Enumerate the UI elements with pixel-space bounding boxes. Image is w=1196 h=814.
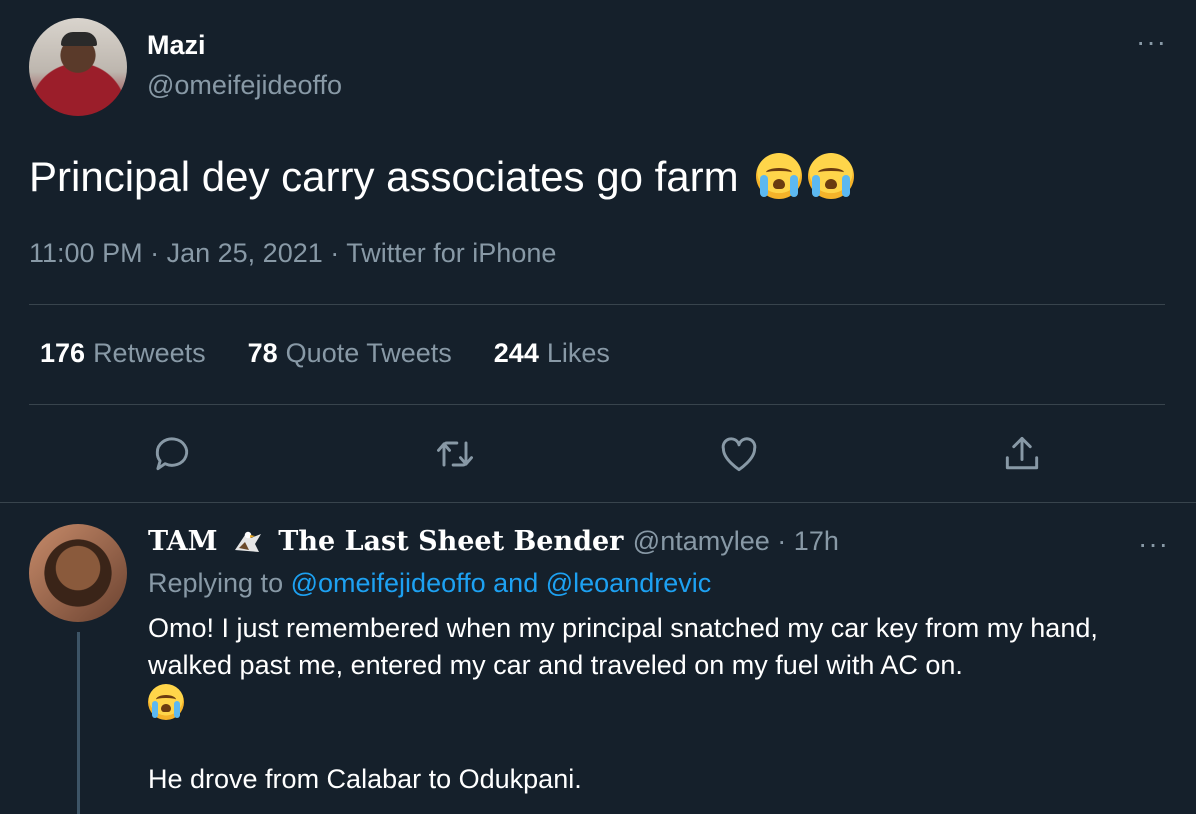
display-name[interactable]: Mazi	[147, 30, 206, 61]
tweet-meta: 11:00 PM · Jan 25, 2021 · Twitter for iP…	[29, 238, 556, 269]
reply-icon[interactable]	[150, 432, 194, 476]
display-name-prefix: TAM	[148, 526, 218, 557]
reply-age[interactable]: 17h	[794, 526, 839, 556]
avatar[interactable]	[29, 524, 127, 622]
replying-and[interactable]: and	[493, 568, 538, 598]
eagle-emoji-icon	[233, 528, 263, 554]
reply-display-name[interactable]: TAM The Last Sheet Bender	[148, 526, 633, 557]
tweet-actions	[0, 432, 1196, 480]
crying-face-emoji-icon	[808, 153, 855, 199]
tweet-text-content: Principal dey carry associates go farm	[29, 153, 739, 200]
crying-face-emoji-icon	[148, 684, 184, 720]
likes-stat[interactable]: 244 Likes	[494, 338, 610, 369]
tweet-date[interactable]: Jan 25, 2021	[167, 238, 323, 268]
retweets-stat[interactable]: 176 Retweets	[40, 338, 206, 369]
avatar[interactable]	[29, 18, 127, 116]
replying-to: Replying to @omeifejideoffo and @leoandr…	[148, 568, 711, 599]
divider	[0, 502, 1196, 503]
reply-header: TAM The Last Sheet Bender @ntamylee · 17…	[148, 526, 839, 557]
divider	[29, 304, 1165, 305]
replying-to-label: Replying to	[148, 568, 284, 598]
tweet-source[interactable]: Twitter for iPhone	[346, 238, 556, 268]
retweet-icon[interactable]	[433, 432, 477, 476]
display-name-suffix: The Last Sheet Bender	[278, 526, 624, 557]
meta-separator: ·	[777, 526, 787, 556]
like-icon[interactable]	[717, 432, 761, 476]
tweet-time[interactable]: 11:00 PM	[29, 238, 143, 268]
meta-separator: ·	[330, 238, 340, 268]
more-options-icon[interactable]: ···	[1136, 26, 1167, 58]
user-handle[interactable]: @omeifejideoffo	[147, 70, 342, 101]
share-icon[interactable]	[1000, 432, 1044, 476]
main-tweet-header: Mazi @omeifejideoffo ···	[29, 18, 1169, 118]
replying-user-link[interactable]: @leoandrevic	[546, 568, 712, 598]
tweet-detail-page: Mazi @omeifejideoffo ··· Principal dey c…	[0, 0, 1196, 814]
reply-text-line: He drove from Calabar to Odukpani.	[148, 764, 582, 794]
thread-line	[77, 632, 80, 814]
divider	[29, 404, 1165, 405]
reply-text-line: Omo! I just remembered when my principal…	[148, 613, 1098, 680]
replying-user-link[interactable]: @omeifejideoffo	[291, 568, 486, 598]
crying-face-emoji-icon	[756, 153, 803, 199]
more-options-icon[interactable]: ···	[1138, 528, 1169, 560]
tweet-stats: 176 Retweets 78 Quote Tweets 244 Likes	[40, 338, 610, 369]
meta-separator: ·	[150, 238, 160, 268]
quote-tweets-stat[interactable]: 78 Quote Tweets	[248, 338, 452, 369]
reply-emoji-line	[148, 684, 1178, 724]
reply-handle[interactable]: @ntamylee	[633, 526, 770, 556]
reply-text: Omo! I just remembered when my principal…	[148, 610, 1178, 798]
avatar-cap	[61, 32, 97, 46]
tweet-text: Principal dey carry associates go farm	[29, 148, 855, 206]
